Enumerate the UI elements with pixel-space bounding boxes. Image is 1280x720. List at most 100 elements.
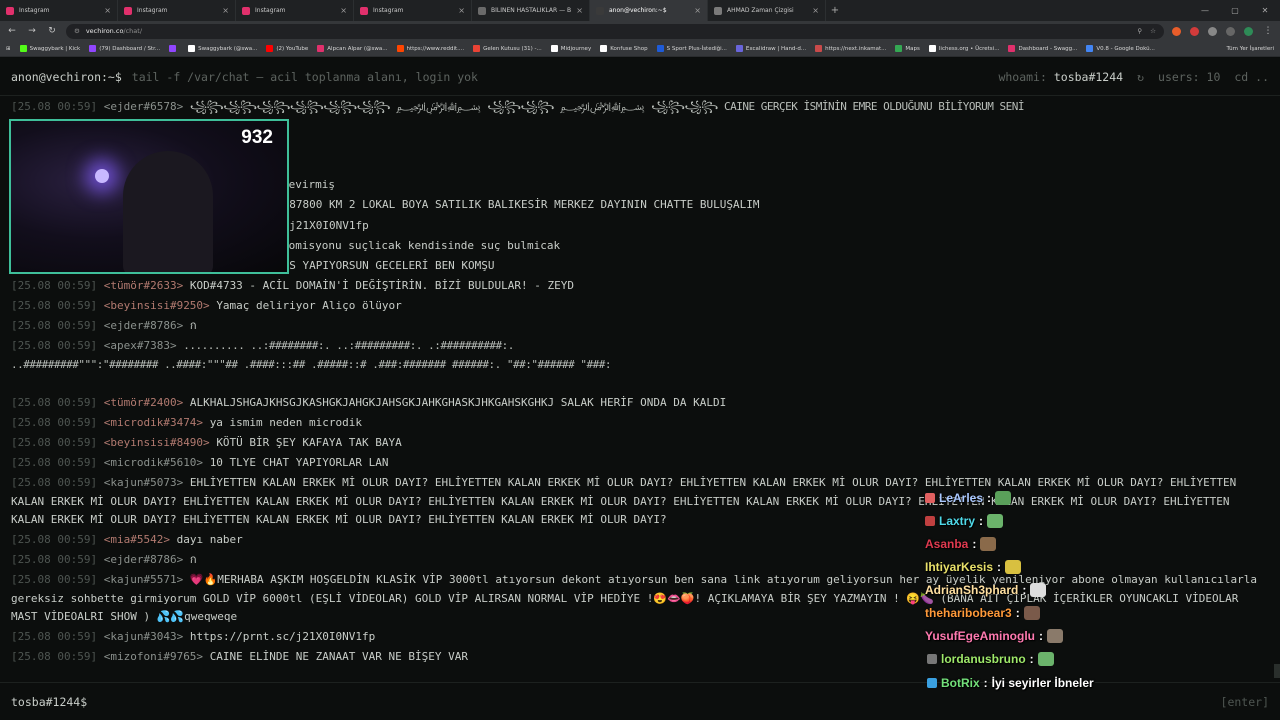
bookmark-label: Alpcan Alpar (@swa... [327, 45, 388, 52]
chat-nick[interactable]: <apex#7383> [104, 339, 177, 352]
bookmark-item[interactable]: Midjourney [550, 45, 592, 52]
bookmark-item[interactable]: Konfuse Shop [600, 45, 648, 52]
whoami-label: whoami: [998, 69, 1047, 84]
bookmark-item[interactable]: S Sport Plus-İstediği... [656, 45, 727, 52]
tab-title: Instagram [137, 7, 168, 14]
apps-icon[interactable]: ⊞ [6, 46, 11, 52]
back-icon[interactable]: ← [6, 26, 18, 36]
all-bookmarks-button[interactable]: Tüm Yer İşaretleri [1227, 46, 1274, 52]
bookmark-label: Midjourney [560, 45, 592, 52]
cd-up-button[interactable]: cd .. [1234, 70, 1269, 84]
input-prompt: tosba#1244$ [11, 694, 88, 709]
bookmark-item[interactable]: Excalidraw | Hand-d... [735, 45, 806, 52]
refresh-icon[interactable]: ↻ [1137, 70, 1144, 84]
bookmark-label: Swaggybark (@swa... [198, 45, 258, 52]
bookmark-favicon-icon [473, 45, 481, 52]
stream-chat-username: Laxtry [939, 514, 976, 528]
bookmark-item[interactable]: Maps [895, 45, 920, 52]
terminal-command: tail -f /var/chat — acil toplanma alanı,… [131, 69, 478, 84]
close-tab-icon[interactable]: × [812, 6, 819, 15]
chat-line: [25.08 00:59] <ejder#6578> ꧁꧂꧁꧂꧁꧂꧁꧂꧁꧂꧁꧂ … [11, 98, 1269, 116]
chat-nick[interactable]: <tümör#2400> [104, 396, 183, 409]
chat-line: [25.08 00:59] <beyinsisi#9250> Yamaç del… [11, 297, 1269, 315]
chat-timestamp: [25.08 00:59] [11, 396, 98, 409]
close-tab-icon[interactable]: × [576, 6, 583, 15]
chat-nick[interactable]: <beyinsisi#9250> [104, 299, 210, 312]
bookmark-item[interactable]: (2) YouTube [266, 45, 308, 52]
address-bar[interactable]: ⚙ vechiron.co/chat/ ⚲ ☆ [66, 23, 1164, 39]
download-icon[interactable] [1226, 26, 1235, 36]
close-tab-icon[interactable]: × [694, 6, 701, 15]
new-tab-icon[interactable]: + [826, 5, 844, 16]
browser-tab[interactable]: Instagram × [236, 0, 354, 21]
bookmark-item[interactable]: V0.8 - Google Dokü... [1086, 45, 1155, 52]
extension-icon[interactable] [1172, 26, 1181, 36]
browser-tab[interactable]: AHMAD Zaman Çizgisi × [708, 0, 826, 21]
bookmark-item[interactable]: Gelen Kutusu (31) -... [473, 45, 542, 52]
bookmark-item[interactable]: Swaggybark | Kick [19, 45, 80, 52]
chat-timestamp: [25.08 00:59] [11, 416, 98, 429]
separator: : [1015, 606, 1020, 620]
extension-icon[interactable] [1190, 26, 1199, 36]
chat-nick[interactable]: <ejder#6578> [104, 100, 183, 113]
emote-icon [995, 491, 1012, 505]
bookmark-item[interactable]: Swaggybark (@swa... [188, 45, 257, 52]
browser-tab[interactable]: anon@vechiron:~$ × [590, 0, 708, 21]
browser-tab[interactable]: Instagram × [354, 0, 472, 21]
chat-timestamp: [25.08 00:59] [11, 100, 98, 113]
chat-timestamp: [25.08 00:59] [11, 573, 98, 586]
chat-message: CAINE ELİNDE NE ZANAAT VAR NE BİŞEY VAR [209, 650, 468, 663]
bookmark-item[interactable] [169, 45, 179, 52]
chat-line: [25.08 00:59] <microdik#3474> ya ismim n… [11, 414, 1269, 432]
bookmark-item[interactable]: Alpcan Alpar (@swa... [317, 45, 388, 52]
puzzle-icon[interactable] [1208, 26, 1217, 36]
chat-message: ALKHALJSHGAJKHSGJKASHGKJAHGKJAHSGKJAHKGH… [189, 396, 727, 409]
site-info-icon[interactable]: ⚙ [74, 27, 80, 35]
close-tab-icon[interactable]: × [458, 6, 465, 15]
close-tab-icon[interactable]: × [340, 6, 347, 15]
bookmark-label: V0.8 - Google Dokü... [1096, 45, 1155, 52]
chat-message: komisyonu suçlicak kendisinde suç bulmic… [282, 239, 561, 252]
chat-nick[interactable]: <microdik#5610> [104, 456, 203, 469]
bookmark-item[interactable]: lichess.org • Ücretsi... [928, 45, 999, 52]
chat-nick[interactable]: <beyinsisi#8490> [104, 436, 210, 449]
bookmark-favicon-icon [815, 45, 823, 52]
stream-chat-username: LeArles [939, 491, 984, 505]
bookmark-label: Konfuse Shop [610, 45, 648, 52]
maximize-icon[interactable]: ▢ [1220, 0, 1250, 21]
chat-nick[interactable]: <tümör#2633> [104, 279, 183, 292]
chat-nick[interactable]: <mia#5542> [104, 533, 170, 546]
close-tab-icon[interactable]: × [104, 6, 111, 15]
bookmark-item[interactable]: https://next.inkamat... [815, 45, 886, 52]
bookmark-item[interactable]: Dashboard - Swagg... [1008, 45, 1077, 52]
avatar[interactable] [1244, 26, 1253, 36]
close-tab-icon[interactable]: × [222, 6, 229, 15]
chat-nick[interactable]: <kajun#5073> [104, 476, 183, 489]
stream-chat-overlay: LeArles: Laxtry: Asanba: IhtiyarKesis: Adria… [925, 490, 1275, 700]
reload-icon[interactable]: ↻ [46, 26, 58, 36]
star-icon[interactable]: ☆ [1150, 27, 1156, 35]
bookmark-favicon-icon [19, 45, 27, 52]
chat-nick[interactable]: <kajun#5571> [104, 573, 183, 586]
chat-nick[interactable]: <microdik#3474> [104, 416, 203, 429]
chat-nick[interactable]: <mizofoni#9765> [104, 650, 203, 663]
chat-nick[interactable]: <kajun#3043> [104, 630, 183, 643]
bookmark-favicon-icon [89, 45, 97, 52]
chat-message: https://prnt.sc/j21X0I0NV1fp [189, 630, 376, 643]
browser-tab[interactable]: BİLİNEN HASTALIKLAR — Bedir × [472, 0, 590, 21]
bookmark-item[interactable]: https://www.reddit.... [396, 45, 464, 52]
bookmark-label: S Sport Plus-İstediği... [666, 45, 727, 52]
bookmark-item[interactable]: (79) Dashboard / Str... [89, 45, 160, 52]
minimize-icon[interactable]: — [1190, 0, 1220, 21]
menu-icon[interactable]: ⋮ [1262, 26, 1274, 36]
browser-tab[interactable]: Instagram × [118, 0, 236, 21]
emote-icon [987, 514, 1004, 528]
close-window-icon[interactable]: ✕ [1250, 0, 1280, 21]
chat-nick[interactable]: <ejder#8786> [104, 319, 183, 332]
browser-tab[interactable]: Instagram × [0, 0, 118, 21]
emote-icon [1023, 606, 1040, 620]
forward-icon[interactable]: → [26, 26, 38, 36]
chat-nick[interactable]: <ejder#8786> [104, 553, 183, 566]
tab-title: Instagram [255, 7, 286, 14]
zoom-icon[interactable]: ⚲ [1137, 27, 1142, 35]
